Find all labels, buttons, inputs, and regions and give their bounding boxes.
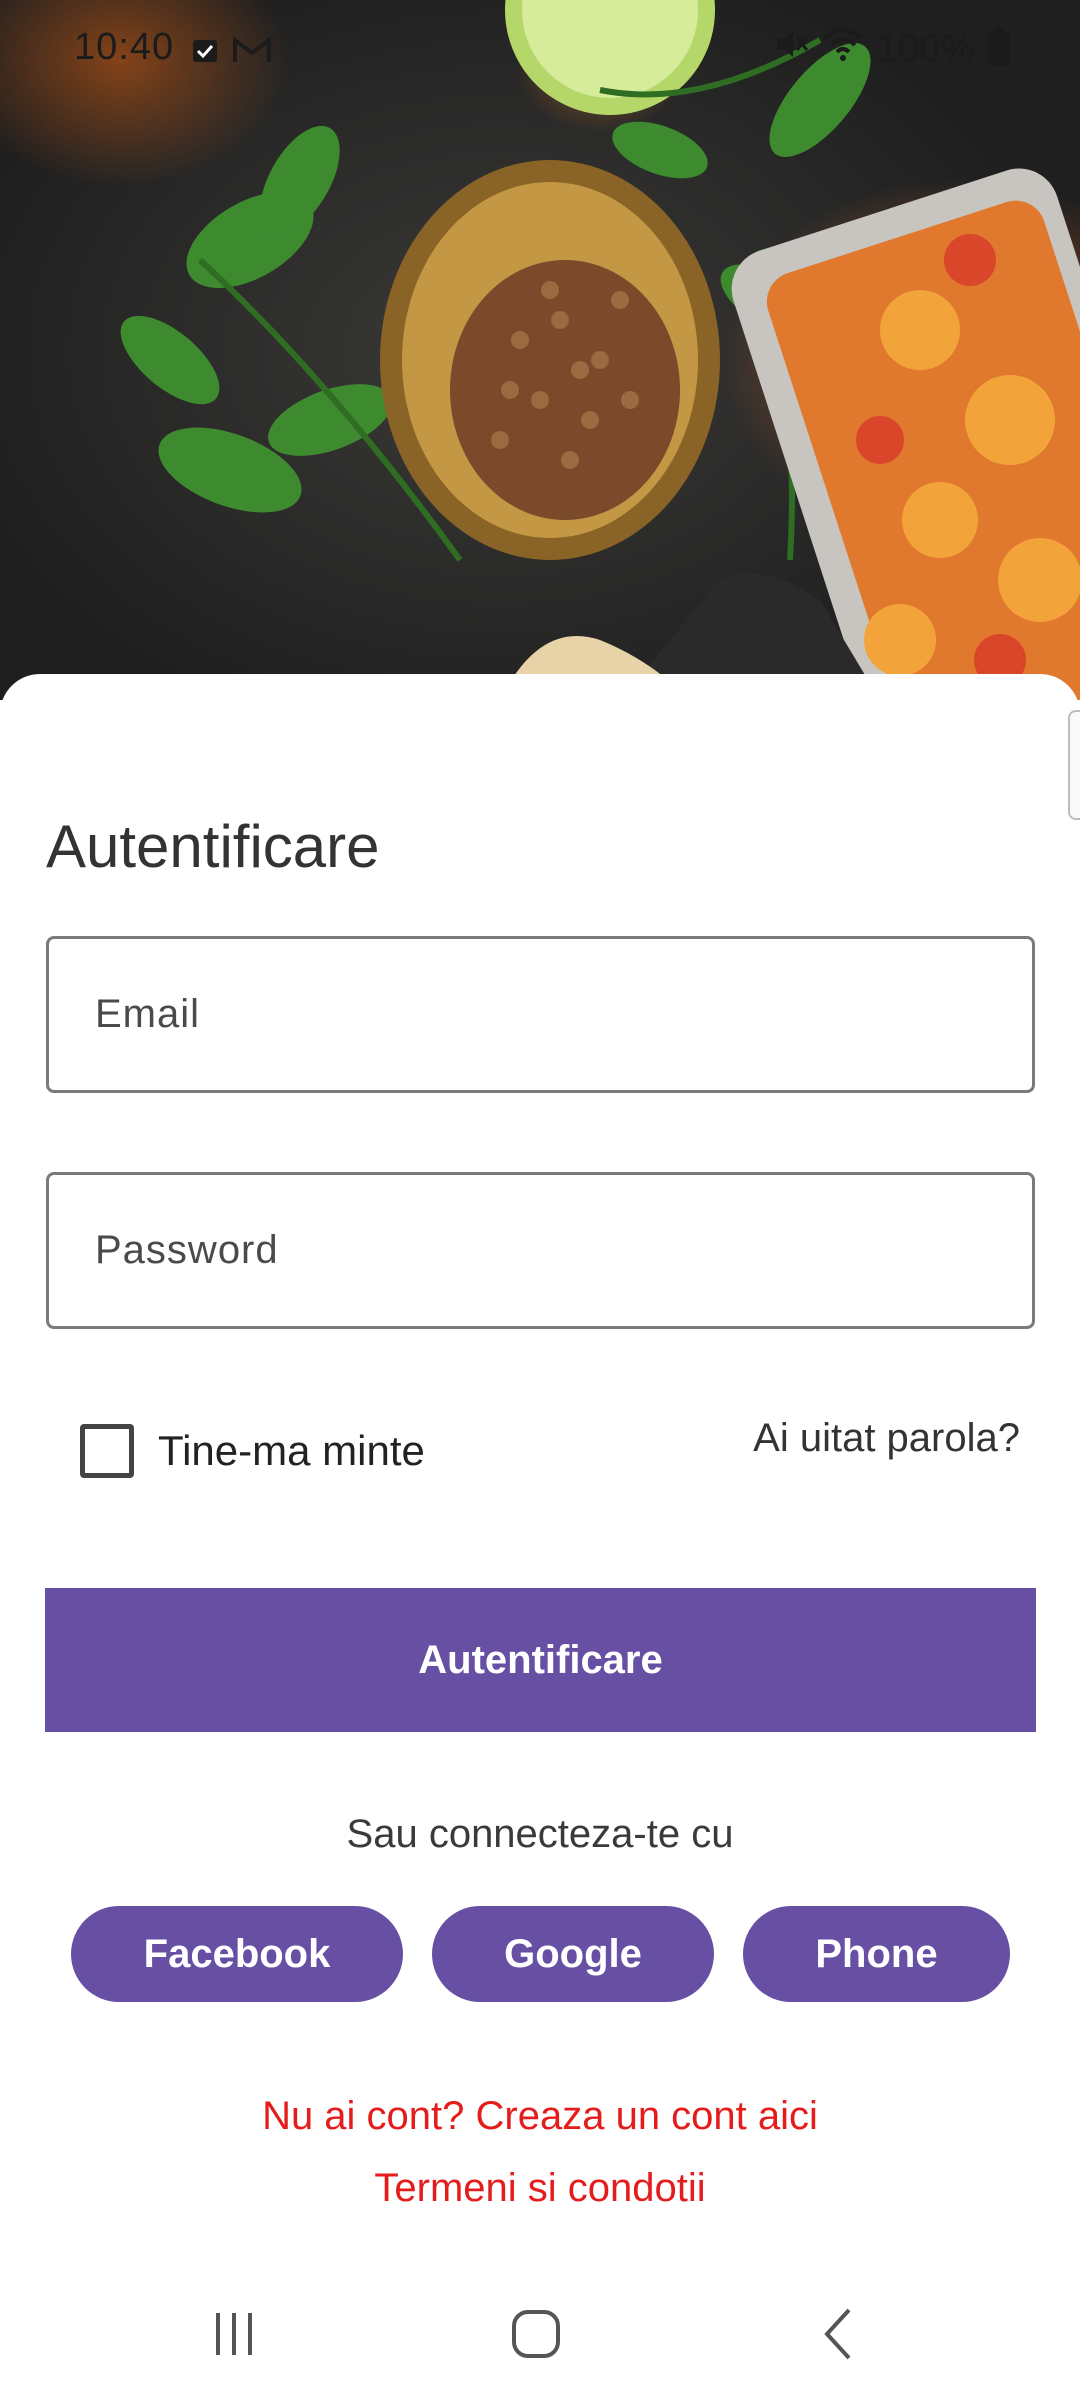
recents-button[interactable] [194, 2304, 274, 2364]
login-sheet [0, 674, 1080, 2400]
battery-icon [988, 27, 1010, 66]
calendar-notification-icon [190, 32, 220, 62]
edge-panel-handle[interactable] [1068, 710, 1080, 820]
wifi-icon [823, 26, 863, 72]
food-illustration [120, 0, 1080, 700]
remember-me-checkbox[interactable] [80, 1424, 134, 1478]
status-right: 100% [773, 26, 1010, 72]
page-title: Autentificare [46, 813, 380, 880]
gmail-icon [232, 32, 272, 62]
home-icon [512, 2310, 560, 2358]
back-icon [824, 2308, 851, 2360]
signup-link[interactable]: Nu ai cont? Creaza un cont aici [0, 2094, 1080, 2139]
email-input[interactable] [49, 939, 1032, 1090]
recents-icon [216, 2313, 252, 2355]
login-button[interactable]: Autentificare [45, 1588, 1036, 1732]
remember-me-row[interactable]: Tine-ma minte [80, 1424, 425, 1478]
status-bar: 10:40 100% [0, 0, 1080, 96]
mute-icon [773, 26, 809, 72]
battery-percent: 100% [876, 27, 974, 70]
password-input[interactable] [49, 1175, 1032, 1326]
navigation-bar [0, 2268, 1080, 2400]
status-time: 10:40 [74, 26, 175, 68]
forgot-password-link[interactable]: Ai uitat parola? [753, 1416, 1020, 1461]
remember-me-label: Tine-ma minte [158, 1427, 425, 1474]
email-field[interactable] [46, 936, 1035, 1093]
social-login-prompt: Sau connecteza-te cu [346, 1812, 734, 1856]
terms-link[interactable]: Termeni si condotii [0, 2166, 1080, 2211]
back-button[interactable] [800, 2304, 880, 2364]
hero-food-image [0, 0, 1080, 700]
google-button[interactable]: Google [432, 1906, 714, 2002]
password-field[interactable] [46, 1172, 1035, 1329]
facebook-button[interactable]: Facebook [71, 1906, 403, 2002]
home-button[interactable] [496, 2304, 576, 2364]
phone-button[interactable]: Phone [743, 1906, 1010, 2002]
